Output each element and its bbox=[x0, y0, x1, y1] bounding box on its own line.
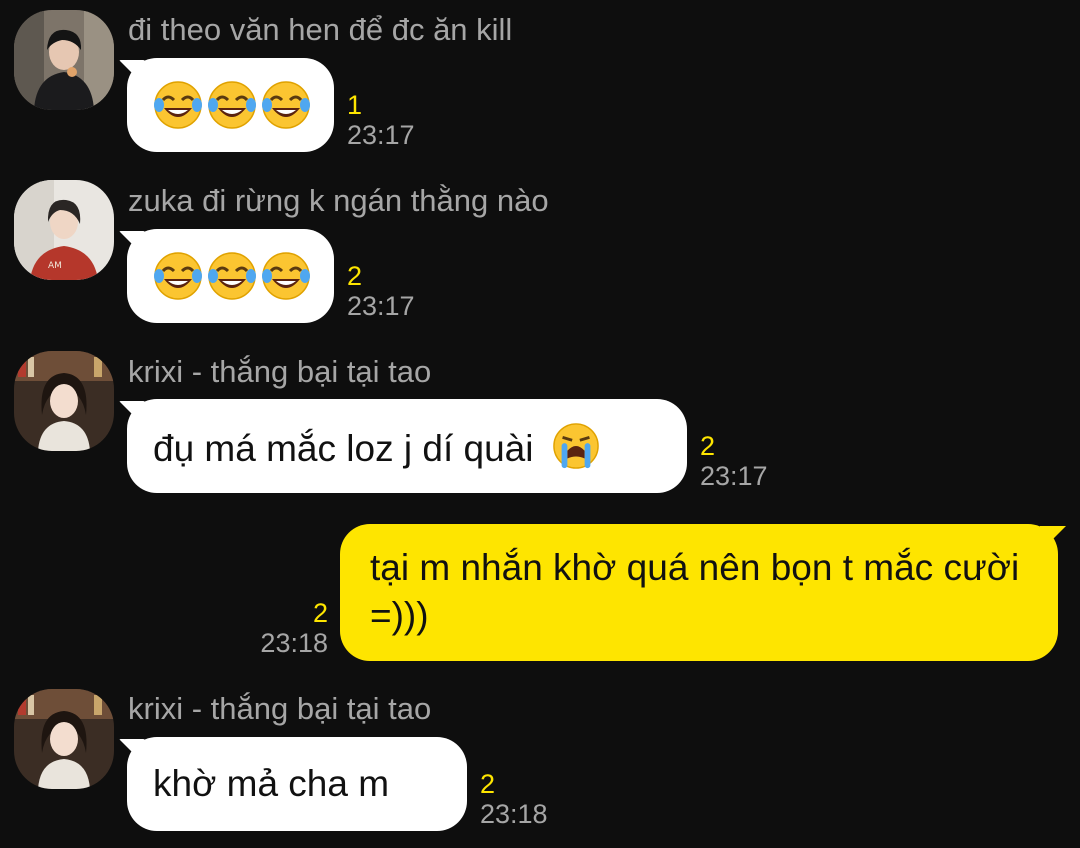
avatar-photo-icon bbox=[14, 10, 114, 110]
face-with-tears-of-joy-icon bbox=[153, 80, 203, 130]
sender-name: zuka đi rừng k ngán thằng nào bbox=[128, 183, 549, 218]
loudly-crying-face-icon bbox=[552, 422, 600, 470]
message-bubble[interactable] bbox=[127, 229, 334, 323]
face-with-tears-of-joy-icon bbox=[207, 80, 257, 130]
unread-count: 2 bbox=[312, 598, 328, 628]
avatar-photo-icon bbox=[14, 689, 114, 789]
message-bubble[interactable] bbox=[127, 58, 334, 152]
avatar[interactable] bbox=[14, 351, 114, 451]
message-text: tại m nhắn khờ quá nên bọn t mắc cười =)… bbox=[370, 547, 1020, 636]
avatar[interactable] bbox=[14, 10, 114, 110]
avatar[interactable] bbox=[14, 689, 114, 789]
chat-message-list: đi theo văn hen để đc ăn kill 1 23:17 AM bbox=[0, 0, 1080, 848]
timestamp: 23:17 bbox=[347, 120, 415, 150]
message-text: khờ mả cha m bbox=[153, 763, 390, 804]
face-with-tears-of-joy-icon bbox=[261, 251, 311, 301]
timestamp: 23:18 bbox=[260, 628, 328, 658]
sender-name: krixi - thắng bại tại tao bbox=[128, 354, 432, 389]
sender-name: krixi - thắng bại tại tao bbox=[128, 691, 432, 726]
message-meta: 2 23:17 bbox=[347, 261, 415, 321]
message-meta: 2 23:17 bbox=[700, 431, 768, 491]
avatar[interactable]: AM bbox=[14, 180, 114, 280]
outgoing-message-bubble[interactable]: tại m nhắn khờ quá nên bọn t mắc cười =)… bbox=[340, 524, 1058, 661]
message-meta: 2 23:18 bbox=[480, 769, 548, 829]
message-bubble[interactable]: khờ mả cha m bbox=[127, 737, 467, 831]
unread-count: 1 bbox=[347, 90, 363, 120]
sender-name: đi theo văn hen để đc ăn kill bbox=[128, 12, 513, 47]
message-meta: 2 23:18 bbox=[250, 598, 328, 658]
timestamp: 23:18 bbox=[480, 799, 548, 829]
unread-count: 2 bbox=[347, 261, 363, 291]
avatar-photo-icon bbox=[14, 351, 114, 451]
unread-count: 2 bbox=[700, 431, 716, 461]
message-text: đụ má mắc loz j dí quài bbox=[153, 428, 534, 469]
unread-count: 2 bbox=[480, 769, 496, 799]
face-with-tears-of-joy-icon bbox=[261, 80, 311, 130]
svg-text:AM: AM bbox=[48, 261, 62, 271]
emoji-group bbox=[153, 58, 334, 152]
face-with-tears-of-joy-icon bbox=[153, 251, 203, 301]
timestamp: 23:17 bbox=[347, 291, 415, 321]
timestamp: 23:17 bbox=[700, 461, 768, 491]
emoji-group bbox=[153, 229, 334, 323]
message-bubble[interactable]: đụ má mắc loz j dí quài bbox=[127, 399, 687, 493]
face-with-tears-of-joy-icon bbox=[207, 251, 257, 301]
message-meta: 1 23:17 bbox=[347, 90, 415, 150]
avatar-photo-icon: AM bbox=[14, 180, 114, 280]
